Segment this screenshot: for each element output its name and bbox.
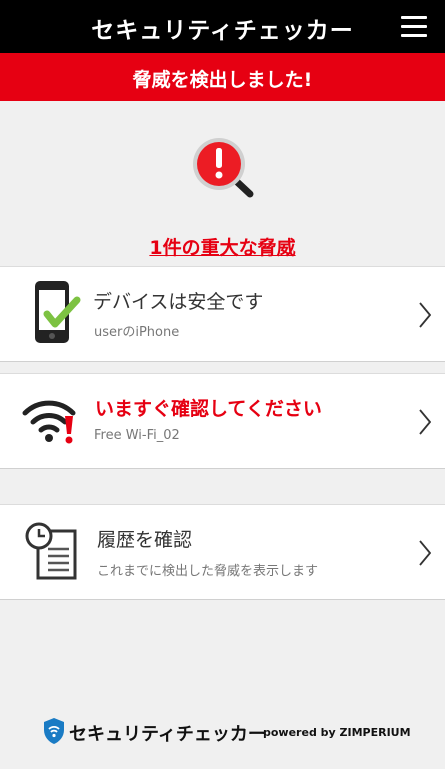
magnifier-alert-icon	[193, 138, 254, 198]
alert-message: 脅威を検出しました!	[132, 69, 313, 91]
history-card[interactable]: 履歴を確認 これまでに検出した脅威を表示します	[0, 504, 445, 600]
history-description: これまでに検出した脅威を表示します	[97, 564, 319, 579]
wifi-warning-card[interactable]: いますぐ確認してください Free Wi-Fi_02	[0, 373, 445, 469]
phone-check-icon	[35, 281, 81, 343]
wifi-warning-title: いますぐ確認してください	[95, 398, 322, 420]
menu-icon[interactable]	[401, 16, 427, 38]
device-name: userのiPhone	[94, 325, 180, 340]
shield-wifi-icon	[44, 718, 64, 744]
app-header: セキュリティチェッカー	[0, 0, 445, 53]
chevron-right-icon	[419, 540, 431, 566]
footer-brand-name: セキュリティチェッカー	[69, 724, 266, 745]
wifi-warning-icon	[22, 400, 76, 444]
device-status-title: デバイスは安全です	[93, 291, 264, 313]
footer-powered-by: powered by ZIMPERIUM	[263, 726, 411, 739]
wifi-network-name: Free Wi-Fi_02	[94, 428, 180, 443]
history-title: 履歴を確認	[97, 529, 193, 551]
footer: セキュリティチェッカー powered by ZIMPERIUM	[0, 717, 445, 749]
chevron-right-icon	[419, 302, 431, 328]
chevron-right-icon	[419, 409, 431, 435]
device-status-card[interactable]: デバイスは安全です userのiPhone	[0, 266, 445, 362]
app-title: セキュリティチェッカー	[91, 18, 354, 44]
threat-count-link[interactable]: 1件の重大な脅威	[0, 233, 445, 260]
threat-alert-banner: 脅威を検出しました!	[0, 53, 445, 101]
clock-document-icon	[25, 522, 77, 580]
